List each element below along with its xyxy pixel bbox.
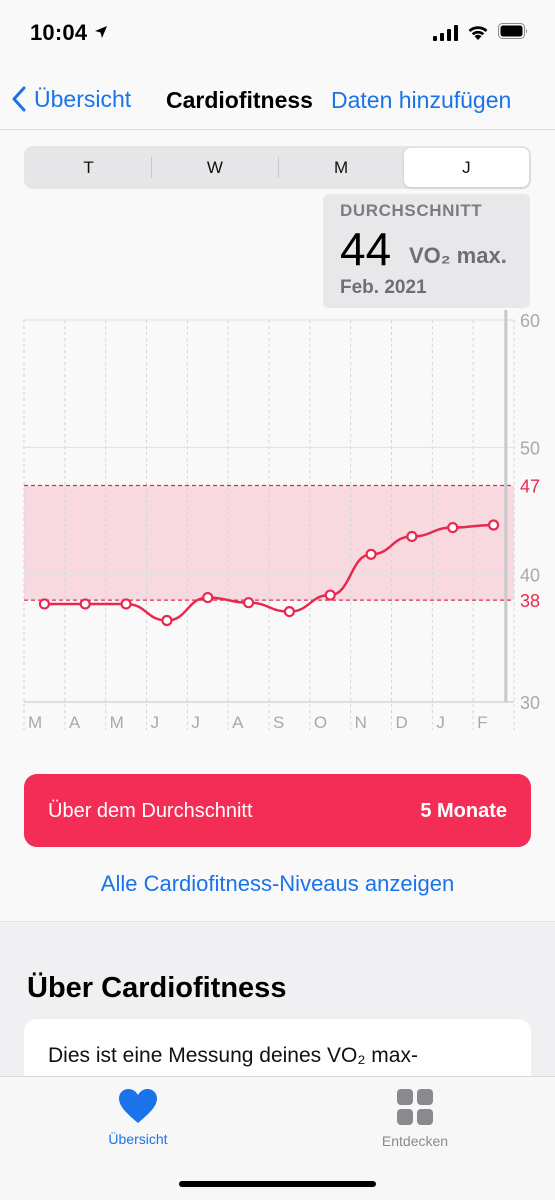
segment-label: W	[206, 157, 223, 177]
x-tick-label: S	[273, 713, 284, 732]
grid-icon	[397, 1089, 433, 1125]
data-point	[406, 530, 418, 543]
wifi-icon	[468, 26, 488, 40]
tab-overview[interactable]: Übersicht	[78, 1088, 198, 1147]
data-point	[79, 598, 91, 610]
chevron-left-icon	[12, 86, 26, 112]
banner-value: 5 Monate	[420, 800, 507, 822]
summary-value: 44	[340, 223, 392, 275]
segment-month[interactable]: M	[279, 148, 404, 187]
x-tick-label: N	[355, 713, 367, 732]
x-tick-label: J	[151, 713, 160, 732]
x-tick-label: M	[110, 713, 124, 732]
tab-browse-label: Entdecken	[381, 1133, 449, 1149]
signal-icon	[433, 25, 458, 41]
segment-week[interactable]: W	[152, 148, 277, 187]
battery-icon	[498, 23, 527, 39]
about-section-title: Über Cardiofitness	[27, 972, 287, 1004]
about-section-text: Dies ist eine Messung deines VO₂ max-	[48, 1044, 418, 1067]
x-tick-label: O	[314, 713, 327, 732]
banner-label: Über dem Durchschnitt	[48, 800, 253, 822]
data-point	[38, 598, 51, 610]
data-point	[161, 614, 173, 627]
summary-date: Feb. 2021	[340, 277, 427, 298]
home-indicator	[179, 1181, 376, 1187]
y-tick-label: 40	[520, 566, 540, 586]
navigation-bar: Übersicht Cardiofitness Daten hinzufügen	[0, 70, 555, 130]
location-arrow-icon	[95, 26, 107, 38]
segment-day[interactable]: T	[26, 148, 151, 187]
cardio-fitness-chart[interactable]: 30 40 50 60 47 38 M A M J J A S O N D J F	[0, 300, 555, 740]
data-point	[447, 521, 459, 534]
tab-browse[interactable]: Entdecken	[355, 1088, 475, 1149]
page-title: Cardiofitness	[166, 87, 313, 113]
x-tick-label: D	[396, 713, 408, 732]
x-tick-label: J	[191, 713, 200, 732]
data-point	[324, 589, 336, 601]
tab-overview-label: Übersicht	[108, 1131, 168, 1147]
y-tick-label: 30	[520, 693, 540, 713]
above-average-banner[interactable]: Über dem Durchschnitt 5 Monate	[24, 774, 531, 847]
x-tick-label: M	[28, 713, 42, 732]
show-levels-link[interactable]: Alle Cardiofitness-Niveaus anzeigen	[0, 871, 555, 897]
x-tick-label: J	[436, 713, 445, 732]
data-point	[242, 597, 255, 609]
period-segmented-control: T W M J	[24, 146, 531, 189]
band-boundary-label: 38	[520, 591, 540, 611]
average-summary-callout: DURCHSCHNITT 44 VO₂ max. Feb. 2021	[323, 194, 530, 308]
back-button[interactable]: Übersicht	[12, 82, 131, 116]
add-data-button[interactable]: Daten hinzufügen	[331, 87, 511, 114]
heart-icon	[119, 1089, 157, 1123]
band-boundary-label: 47	[520, 477, 540, 497]
y-tick-label: 50	[520, 438, 540, 458]
y-tick-label: 60	[520, 311, 540, 331]
x-tick-label: A	[69, 713, 81, 732]
segment-label: T	[83, 157, 94, 177]
segment-label: M	[334, 157, 349, 177]
data-point	[202, 591, 214, 604]
x-tick-label: A	[232, 713, 244, 732]
back-button-label: Übersicht	[34, 85, 132, 112]
segment-year[interactable]: J	[403, 148, 529, 187]
data-point	[120, 598, 132, 610]
status-time: 10:04	[30, 20, 88, 45]
data-point	[283, 605, 296, 618]
summary-unit: VO₂ max.	[409, 243, 507, 268]
summary-label: DURCHSCHNITT	[340, 201, 483, 220]
segment-label: J	[462, 157, 471, 177]
status-bar: 10:04	[0, 0, 555, 70]
x-tick-label: F	[477, 713, 487, 732]
data-point	[365, 548, 377, 560]
data-point	[487, 519, 500, 531]
